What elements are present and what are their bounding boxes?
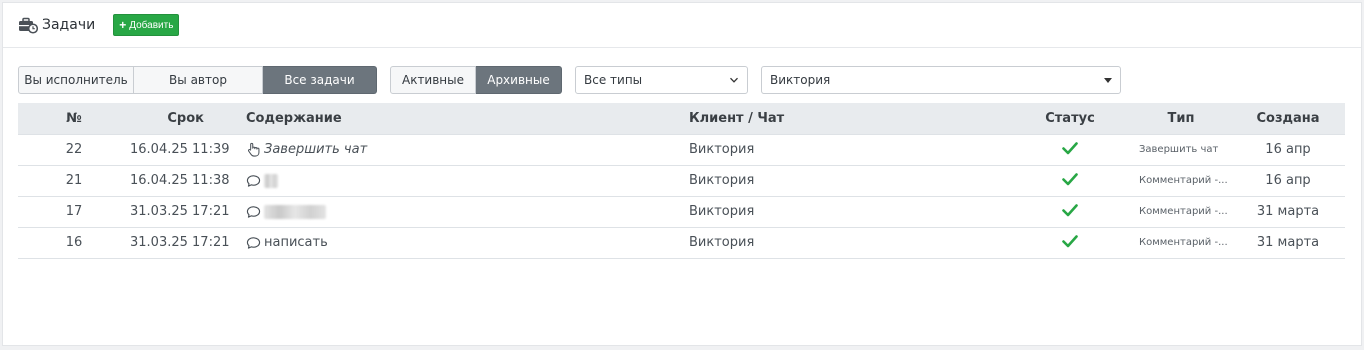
row-status [1009, 133, 1131, 165]
type-select-value: Все типы [584, 73, 643, 87]
state-filter-group: Активные Архивные [390, 66, 562, 94]
row-client[interactable]: Виктория [689, 164, 1009, 196]
row-content[interactable] [246, 164, 689, 196]
type-select[interactable]: Все типы [575, 66, 748, 94]
row-number: 16 [18, 226, 130, 259]
redacted-content [264, 204, 326, 219]
checkmark-icon [1062, 172, 1078, 185]
row-number: 17 [18, 195, 130, 227]
client-select[interactable]: Виктория [761, 66, 1121, 94]
col-created[interactable]: Создана [1231, 103, 1345, 134]
row-type: Комментарий -... [1131, 195, 1231, 227]
tab-active[interactable]: Активные [390, 66, 476, 94]
table-row[interactable]: 21 16.04.25 11:38 Виктория Комментарий -… [18, 164, 1345, 196]
col-number[interactable]: № [18, 103, 130, 134]
table-row[interactable]: 16 31.03.25 17:21 написать Виктория Комм… [18, 226, 1345, 259]
row-status [1009, 226, 1131, 259]
tasks-table: № Срок Содержание Клиент / Чат Статус Ти… [18, 103, 1345, 259]
table-row[interactable]: 17 31.03.25 17:21 Виктория Комментарий -… [18, 195, 1345, 227]
client-select-value: Виктория [770, 73, 831, 87]
page-title: Задачи [42, 17, 96, 33]
row-type: Завершить чат [1131, 133, 1231, 165]
row-created: 16 апр [1231, 164, 1345, 196]
col-due[interactable]: Срок [130, 103, 246, 134]
briefcase-clock-icon [18, 16, 39, 34]
row-due: 31.03.25 17:21 [130, 226, 246, 259]
col-status[interactable]: Статус [1009, 103, 1131, 134]
add-task-button[interactable]: + Добавить [113, 14, 180, 36]
panel-header: Задачи + Добавить [3, 3, 1361, 48]
tab-all-tasks[interactable]: Все задачи [263, 66, 377, 94]
row-due: 31.03.25 17:21 [130, 195, 246, 227]
role-filter-group: Вы исполнитель Вы автор Все задачи [18, 66, 377, 94]
tab-archived[interactable]: Архивные [476, 66, 562, 94]
row-number: 22 [18, 133, 130, 165]
redacted-content [264, 173, 278, 188]
row-content[interactable]: Завершить чат [246, 133, 689, 165]
row-client[interactable]: Виктория [689, 195, 1009, 227]
col-client[interactable]: Клиент / Чат [689, 103, 1009, 134]
tab-you-author[interactable]: Вы автор [134, 66, 263, 94]
row-number: 21 [18, 164, 130, 196]
checkmark-icon [1062, 203, 1078, 216]
comment-icon [246, 174, 261, 187]
row-due: 16.04.25 11:39 [130, 133, 246, 165]
table-header-row: № Срок Содержание Клиент / Чат Статус Ти… [18, 103, 1345, 134]
row-status [1009, 195, 1131, 227]
table-row[interactable]: 22 16.04.25 11:39 Завершить чат Виктория [18, 133, 1345, 165]
col-content[interactable]: Содержание [246, 103, 689, 134]
checkmark-icon [1062, 234, 1078, 247]
col-type[interactable]: Тип [1131, 103, 1231, 134]
tasks-panel: Задачи + Добавить Вы исполнитель Вы авто… [2, 2, 1362, 346]
plus-icon: + [119, 18, 127, 32]
row-content-text: написать [264, 235, 328, 250]
caret-down-icon [1104, 77, 1112, 83]
filters-bar: Вы исполнитель Вы автор Все задачи Актив… [18, 66, 1121, 94]
row-content[interactable] [246, 195, 689, 227]
row-created: 16 апр [1231, 133, 1345, 165]
row-created: 31 марта [1231, 226, 1345, 259]
chevron-down-icon [730, 77, 738, 83]
hand-pointer-icon [248, 142, 260, 157]
row-status [1009, 164, 1131, 196]
row-content-text: Завершить чат [264, 142, 368, 157]
row-created: 31 марта [1231, 195, 1345, 227]
row-due: 16.04.25 11:38 [130, 164, 246, 196]
tab-you-executor[interactable]: Вы исполнитель [18, 66, 134, 94]
comment-icon [246, 236, 261, 249]
row-client[interactable]: Виктория [689, 133, 1009, 165]
row-type: Комментарий -... [1131, 164, 1231, 196]
row-type: Комментарий -... [1131, 226, 1231, 259]
comment-icon [246, 205, 261, 218]
row-content[interactable]: написать [246, 226, 689, 259]
checkmark-icon [1062, 141, 1078, 154]
add-task-label: Добавить [129, 19, 174, 31]
row-client[interactable]: Виктория [689, 226, 1009, 259]
